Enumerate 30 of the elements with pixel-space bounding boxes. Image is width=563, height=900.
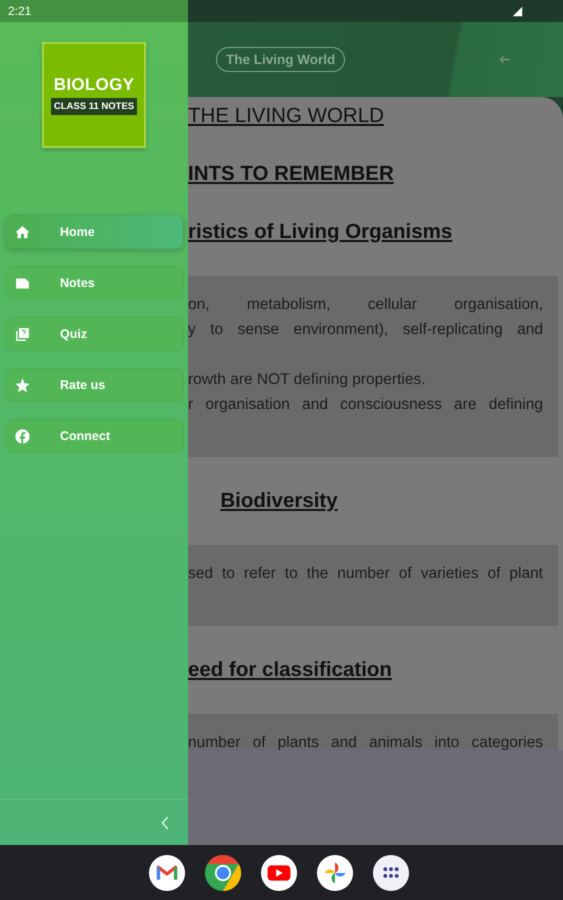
section-heading: Biodiversity <box>220 489 338 513</box>
chapter-title-chip: The Living World <box>216 47 346 72</box>
pinwheel-icon[interactable] <box>316 854 354 892</box>
section-heading: INTS TO REMEMBER <box>188 162 394 186</box>
section-heading: ristics of Living Organisms <box>188 220 452 244</box>
section-heading: THE LIVING WORLD <box>188 104 384 128</box>
text-line: number of plants and animals into categories <box>188 733 543 750</box>
menu-item[interactable]: Connect <box>5 419 184 453</box>
quiz-icon <box>14 326 31 342</box>
text-line: y to sense environment), self-replicating and <box>188 320 543 340</box>
menu-item[interactable]: Quiz <box>5 317 184 351</box>
text-line: r organisation and consciousness are defining <box>188 395 543 415</box>
facebook-icon <box>14 428 31 444</box>
status-time: 2:21 <box>8 4 32 18</box>
text-line: on, metabolism, cellular organisation, <box>188 295 543 315</box>
home-icon <box>14 224 31 240</box>
text-line: rowth are NOT defining properties. <box>188 370 426 390</box>
section-heading: eed for classification <box>188 658 392 682</box>
menu-item[interactable]: Notes <box>5 266 184 300</box>
star-icon <box>14 376 31 394</box>
signal-icon <box>512 6 523 16</box>
logo-subtitle: CLASS 11 NOTES <box>50 98 138 115</box>
mail-icon[interactable] <box>148 854 186 892</box>
play-icon[interactable] <box>260 854 298 892</box>
menu-item[interactable]: Home <box>5 215 184 249</box>
app-grid-icon[interactable] <box>372 854 410 892</box>
text-line: sed to refer to the number of varieties of plant <box>188 564 543 584</box>
browser-icon[interactable] <box>204 854 242 892</box>
menu-item[interactable]: Rate us <box>5 368 184 402</box>
logo-title: BIOLOGY <box>54 75 134 95</box>
